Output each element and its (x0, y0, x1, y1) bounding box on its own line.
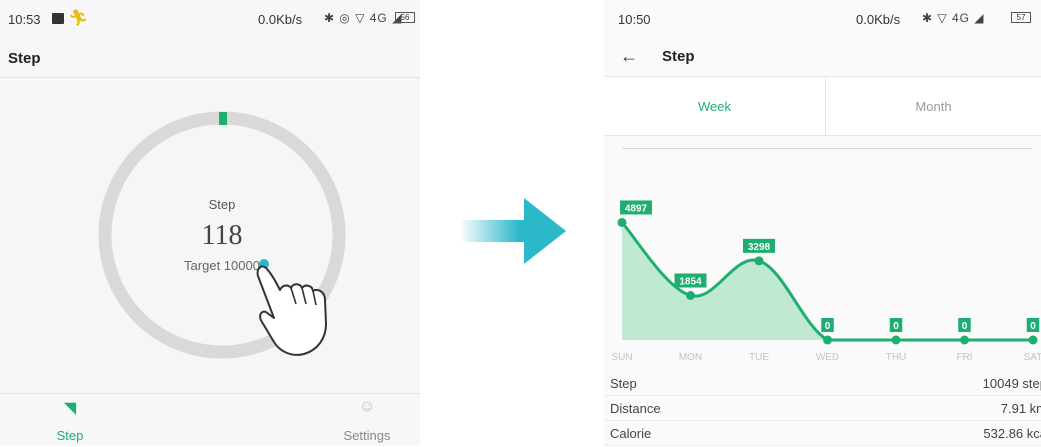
period-tabs: Week Month (604, 76, 1041, 137)
image-notification-icon (52, 13, 64, 24)
chart-point-sun[interactable] (617, 217, 627, 227)
tab-step-label: Step (56, 428, 84, 443)
data-label-tue: 3298 (743, 238, 775, 253)
tab-settings-label: Settings (343, 428, 391, 443)
x-tick-label: FRI (956, 352, 972, 363)
person-icon: ☺ (358, 398, 376, 415)
chart-point-fri[interactable] (960, 335, 969, 345)
chart-point-sat[interactable] (1028, 335, 1038, 345)
weekly-step-chart: 4897 SUN 1854 MON 3298 TUE 0 WED 0 THU 0 FRI 0 SAT (611, 200, 1041, 363)
data-label-sat: 0 (1026, 318, 1040, 332)
network-speed: 0.0Kb/s (258, 12, 303, 27)
x-tick-label: SAT (1024, 352, 1041, 363)
x-tick-label: SUN (611, 352, 632, 363)
app-bar: Step (0, 38, 420, 78)
stat-row-step: Step 10049 step (604, 372, 1041, 396)
stat-label: Step (610, 376, 637, 391)
ring-progress-marker (219, 112, 227, 125)
tap-hand-icon (256, 259, 327, 356)
tab-step[interactable]: ◥ Step (10, 394, 130, 447)
page-title: Step (8, 50, 41, 67)
ring-label: Step (208, 197, 236, 212)
chart-point-tue[interactable] (754, 256, 764, 266)
stats-list: Step 10049 step Distance 7.91 km Calorie… (604, 372, 1041, 446)
stat-value: 10049 step (982, 376, 1041, 391)
data-label-sun: 4897 (620, 200, 652, 215)
back-arrow-icon[interactable]: ← (620, 46, 638, 67)
stat-label: Calorie (610, 426, 652, 441)
x-tick-label: MON (679, 352, 702, 363)
transition-arrow-icon (462, 198, 566, 264)
data-label-mon: 1854 (674, 273, 707, 288)
status-bar: 10:50 0.0Kb/s ✱ ▽ 4G ◢ 57 (604, 0, 1041, 38)
signal-icons: ✱ ▽ 4G ◢ (922, 11, 985, 25)
svg-text:0: 0 (825, 321, 831, 332)
x-tick-label: THU (886, 352, 907, 363)
x-tick-label: TUE (749, 352, 769, 363)
step-count: 118 (201, 220, 243, 251)
data-label-fri: 0 (958, 318, 971, 332)
svg-text:3298: 3298 (748, 242, 771, 253)
status-time: 10:50 (618, 12, 651, 27)
signal-icons: ✱ ◎ ▽ 4G ◢ (324, 11, 403, 25)
status-time: 10:53 (8, 12, 41, 27)
tab-month[interactable]: Month (826, 77, 1041, 137)
running-person-icon: 🏃︎ (68, 10, 89, 27)
x-tick-label: WED (816, 352, 839, 363)
app-bar: ← Step (604, 38, 1041, 76)
battery-icon: 56 (395, 12, 415, 23)
battery-icon: 57 (1011, 12, 1031, 23)
stat-label: Distance (610, 401, 661, 416)
svg-text:0: 0 (893, 321, 899, 332)
svg-text:0: 0 (962, 321, 968, 332)
chart-point-thu[interactable] (891, 335, 901, 345)
step-home-screen: 10:53 🏃︎ 0.0Kb/s ✱ ◎ ▽ 4G ◢ 56 Step Step… (0, 0, 420, 446)
stat-value: 7.91 km (1000, 401, 1041, 416)
tab-settings[interactable]: ☺ Settings (307, 394, 427, 447)
network-speed: 0.0Kb/s (856, 12, 901, 27)
tab-week[interactable]: Week (604, 77, 826, 137)
stat-row-distance: Distance 7.91 km (604, 397, 1041, 421)
step-detail-screen: 10:50 0.0Kb/s ✱ ▽ 4G ◢ 57 ← Step Week Mo… (604, 0, 1041, 446)
chart-point-wed[interactable] (823, 335, 832, 345)
shoe-icon: ◥ (63, 400, 77, 417)
data-label-thu: 0 (889, 318, 903, 332)
svg-text:4897: 4897 (625, 203, 648, 214)
data-label-wed: 0 (821, 318, 834, 332)
page-title: Step (662, 48, 695, 65)
status-bar: 10:53 🏃︎ 0.0Kb/s ✱ ◎ ▽ 4G ◢ 56 (0, 0, 420, 38)
svg-text:0: 0 (1030, 321, 1036, 332)
svg-text:1854: 1854 (679, 277, 702, 288)
stat-row-calorie: Calorie 532.86 kca (604, 422, 1041, 446)
divider (622, 148, 1032, 149)
bottom-tab-bar: ◥ Step ☺ Settings (0, 393, 420, 446)
chart-point-mon[interactable] (686, 291, 695, 301)
stat-value: 532.86 kca (983, 426, 1041, 441)
